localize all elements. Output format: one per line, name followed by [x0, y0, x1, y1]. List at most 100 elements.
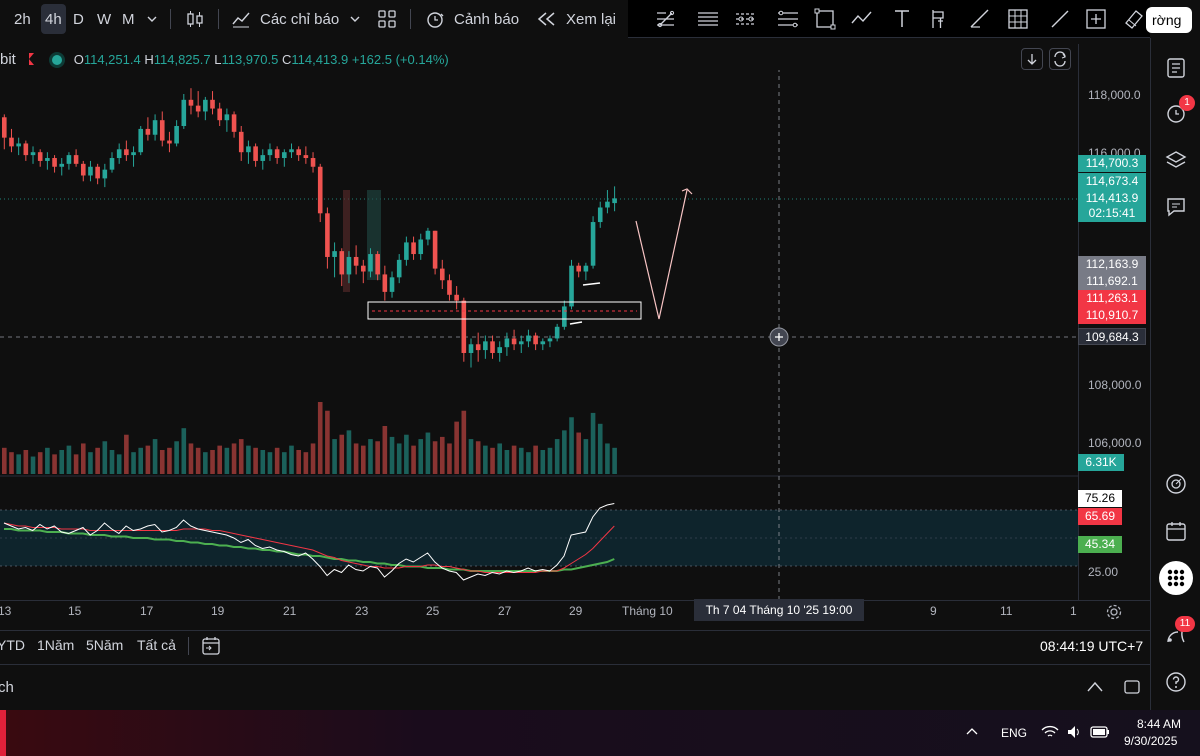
volume-bar [9, 452, 14, 474]
candle-body [483, 341, 488, 351]
volume-bar [605, 443, 610, 474]
taskbar-date[interactable]: 9/30/2025 [1124, 734, 1177, 748]
target-icon[interactable] [1164, 472, 1188, 496]
price-label: 114,700.3 [1078, 155, 1146, 172]
candle-body [267, 149, 273, 156]
date-tick: 13 [0, 604, 12, 618]
text-icon[interactable] [890, 7, 914, 31]
candle-body [124, 149, 129, 156]
watchlist-icon[interactable] [1164, 56, 1188, 80]
bottom-panel-bar: ch [0, 664, 1150, 710]
timeframe-m[interactable]: M [122, 0, 135, 38]
projection-arrow[interactable] [635, 189, 688, 320]
help-icon[interactable] [1164, 670, 1188, 694]
volume-bar [454, 421, 459, 474]
crosshair-price-label: 109,684.3 [1078, 328, 1146, 345]
volume-bars [2, 402, 617, 474]
volume-label: 6.31K [1078, 454, 1124, 471]
alerts-button[interactable]: Cảnh báo [424, 0, 519, 38]
candle-body [597, 207, 603, 223]
volume-bar [296, 450, 301, 474]
volume-bar [411, 445, 416, 474]
price-label: 110,910.7 [1078, 307, 1146, 324]
reset-chart-button[interactable] [1049, 48, 1071, 70]
clock[interactable]: 08:44:19 UTC+7 [1040, 638, 1143, 654]
indicators-button[interactable]: Các chỉ báo [230, 0, 339, 38]
exchange-label: bit [0, 51, 16, 68]
eraser-icon[interactable] [1122, 7, 1146, 31]
date-tick: 9 [930, 604, 937, 618]
chat-icon[interactable] [1164, 195, 1188, 219]
candle-body [238, 131, 244, 153]
alerts-label: Cảnh báo [454, 10, 520, 28]
chevron-up-icon[interactable] [1085, 679, 1105, 695]
top-toolbar: 2h 4h D W M Các chỉ báo Cảnh báo Xem lại [0, 0, 628, 38]
candle-body [210, 99, 215, 109]
price-chart[interactable] [0, 70, 1078, 600]
grid-icon[interactable] [1006, 7, 1030, 31]
brush-icon[interactable] [968, 7, 992, 31]
calendar-range-icon[interactable] [200, 635, 222, 657]
price-tick: 108,000.0 [1088, 378, 1142, 392]
indicators-icon [232, 12, 250, 28]
crosshair-box-icon[interactable] [1084, 7, 1108, 31]
volume-icon[interactable] [1066, 724, 1082, 740]
battery-icon[interactable] [1090, 725, 1110, 739]
taskbar-time[interactable]: 8:44 AM [1137, 717, 1181, 731]
range-5y[interactable]: 5Năm [86, 637, 123, 653]
volume-bar [116, 454, 122, 474]
price-range-icon[interactable] [926, 7, 950, 31]
volume-bar [461, 410, 467, 474]
candle-body [497, 347, 503, 353]
gear-icon[interactable] [1105, 603, 1123, 621]
volume-bar [2, 447, 7, 474]
volume-bar [468, 439, 474, 474]
volume-bar [612, 447, 617, 474]
fib-icon[interactable] [776, 7, 800, 31]
candle-body [461, 300, 467, 353]
low-value: 113,970.5 [221, 52, 279, 67]
channel-icon[interactable] [734, 7, 758, 31]
layout-grid-icon[interactable] [377, 0, 397, 38]
volume-bar [526, 452, 531, 474]
timeframe-w[interactable]: W [97, 0, 111, 38]
ohlc-legend: bit O114,251.4 H114,825.7 L113,970.5 C11… [0, 50, 449, 70]
rectangle-icon[interactable] [813, 7, 837, 31]
panel-tab[interactable]: ch [0, 679, 14, 696]
chevron-up-icon[interactable] [965, 726, 979, 736]
rsi-ma-label: 65.69 [1078, 508, 1122, 525]
volume-bar [238, 439, 244, 474]
chevron-down-icon[interactable] [349, 0, 361, 38]
language-indicator[interactable]: ENG [1001, 726, 1027, 740]
maximize-icon[interactable] [1122, 678, 1142, 696]
wifi-icon[interactable] [1041, 724, 1059, 740]
volume-bar [174, 441, 179, 474]
candle-body [418, 239, 424, 255]
range-all[interactable]: Tất cả [137, 637, 176, 653]
replay-button[interactable]: Xem lại [536, 0, 616, 38]
candle-type-icon[interactable] [184, 0, 206, 38]
candle-body [296, 149, 301, 156]
horizontal-lines-icon[interactable] [696, 7, 720, 31]
scroll-down-button[interactable] [1021, 48, 1043, 70]
range-ytd[interactable]: YTD [0, 637, 25, 653]
volume-bar [131, 452, 136, 474]
chevron-down-icon[interactable] [146, 0, 158, 38]
calendar-icon[interactable] [1164, 519, 1188, 543]
market-button[interactable]: rờng [1146, 7, 1192, 33]
more-apps-button[interactable] [1159, 561, 1193, 595]
candle-body [569, 265, 574, 307]
ruler-icon[interactable] [1048, 7, 1072, 31]
alert-count-badge: 1 [1179, 95, 1195, 111]
candle-body [188, 99, 194, 106]
range-1y[interactable]: 1Năm [37, 637, 74, 653]
volume-bar [389, 436, 395, 474]
timeframe-2h[interactable]: 2h [14, 0, 31, 38]
path-icon[interactable] [850, 7, 874, 31]
candle-body [325, 213, 330, 257]
layers-icon[interactable] [1164, 148, 1188, 172]
timeframe-d[interactable]: D [73, 0, 84, 38]
timeframe-4h[interactable]: 4h [41, 4, 66, 34]
trend-lines-icon[interactable] [654, 7, 678, 31]
date-tick: 27 [498, 604, 512, 618]
